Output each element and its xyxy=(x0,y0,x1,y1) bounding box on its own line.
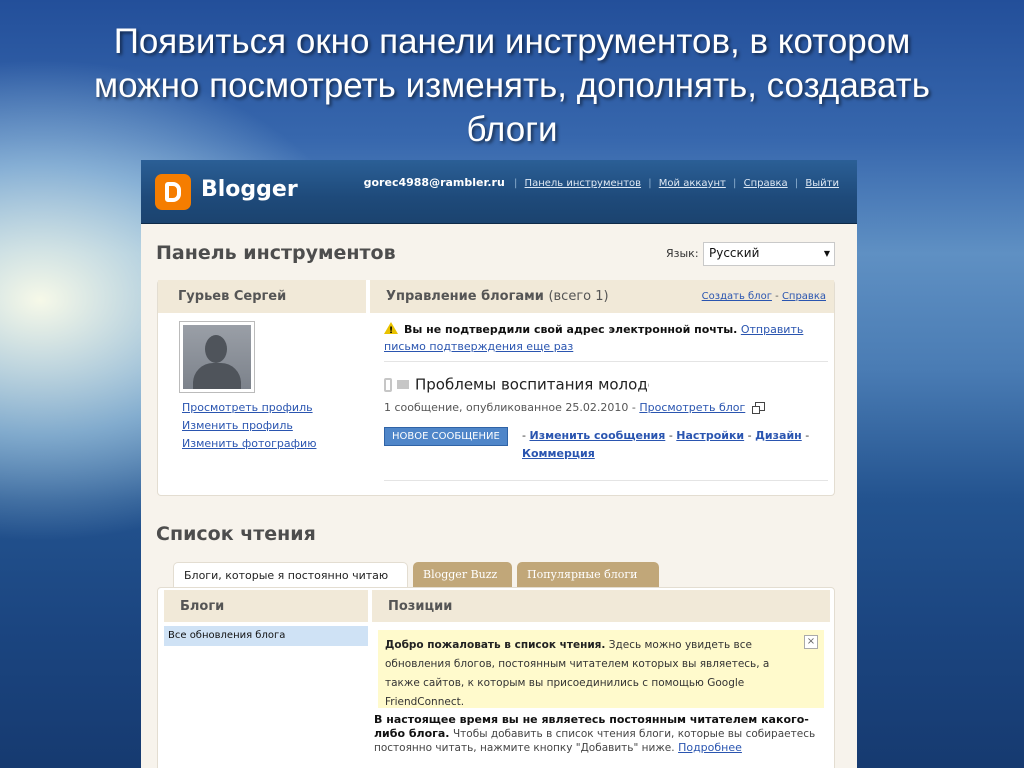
blog-meta-text: 1 сообщение, опубликованное 25.02.2010 - xyxy=(384,401,636,414)
blogger-header: Blogger gorec4988@rambler.ru | Панель ин… xyxy=(141,160,857,224)
tab-following[interactable]: Блоги, которые я постоянно читаю xyxy=(173,562,408,587)
language-select[interactable]: Русский ▼ xyxy=(703,242,835,266)
avatar-placeholder-icon xyxy=(183,325,251,389)
manage-blogs-header: Управление блогами (всего 1) Создать бло… xyxy=(370,280,834,313)
blogger-logo-icon[interactable] xyxy=(155,174,191,210)
view-profile-link[interactable]: Просмотреть профиль xyxy=(182,399,316,417)
reading-list-title: Список чтения xyxy=(156,523,316,545)
header-links: gorec4988@rambler.ru | Панель инструмент… xyxy=(364,176,839,189)
email-warning: Вы не подтвердили свой адрес электронной… xyxy=(384,321,814,355)
settings-link[interactable]: Настройки xyxy=(676,429,744,442)
mail-icon xyxy=(397,380,409,389)
blogger-logo-text[interactable]: Blogger xyxy=(201,177,298,202)
slide-title-line-3: блоги xyxy=(466,110,558,149)
avatar[interactable] xyxy=(179,321,255,393)
edit-posts-link[interactable]: Изменить сообщения xyxy=(529,429,665,442)
manage-blogs-title: Управление блогами xyxy=(386,289,544,304)
dashboard-panel: Гурьев Сергей Управление блогами (всего … xyxy=(157,280,835,496)
manage-links: Создать блог - Справка xyxy=(702,291,826,302)
slide-title-line-2: можно посмотреть изменять, дополнять, со… xyxy=(94,66,930,105)
link-dash: - xyxy=(668,429,673,442)
column-posts-header: Позиции xyxy=(372,590,830,622)
blog-count: (всего 1) xyxy=(548,289,609,304)
create-blog-link[interactable]: Создать блог xyxy=(702,291,772,302)
view-blog-link[interactable]: Просмотреть блог xyxy=(639,401,745,414)
learn-more-link[interactable]: Подробнее xyxy=(678,741,742,754)
tab-blogger-buzz[interactable]: Blogger Buzz xyxy=(413,562,512,587)
profile-name: Гурьев Сергей xyxy=(158,280,366,313)
close-icon[interactable]: × xyxy=(804,635,818,649)
mobile-icon xyxy=(384,377,392,392)
language-value: Русский xyxy=(709,246,760,260)
header-link-dashboard[interactable]: Панель инструментов xyxy=(525,178,642,189)
edit-profile-link[interactable]: Изменить профиль xyxy=(182,417,316,435)
link-dash: - xyxy=(522,429,526,442)
welcome-title: Добро пожаловать в список чтения. xyxy=(385,639,606,651)
new-post-button[interactable]: НОВОЕ СООБЩЕНИЕ xyxy=(384,427,508,446)
divider xyxy=(384,361,828,362)
blogger-screenshot: Blogger gorec4988@rambler.ru | Панель ин… xyxy=(141,160,857,768)
header-separator: | xyxy=(794,178,799,189)
warning-icon xyxy=(384,322,398,340)
header-link-logout[interactable]: Выйти xyxy=(805,178,839,189)
header-separator: | xyxy=(733,178,737,189)
reading-list-panel: Блоги Позиции Все обновления блога Добро… xyxy=(157,587,835,768)
header-link-help[interactable]: Справка xyxy=(744,178,788,189)
header-link-account[interactable]: Мой аккаунт xyxy=(659,178,726,189)
tab-popular-blogs[interactable]: Популярные блоги xyxy=(517,562,659,587)
divider xyxy=(384,480,828,481)
all-updates-item[interactable]: Все обновления блога xyxy=(164,626,368,646)
monetize-link[interactable]: Коммерция xyxy=(522,447,595,460)
header-separator: | xyxy=(513,178,518,189)
language-label: Язык: xyxy=(666,247,699,260)
dashboard-title: Панель инструментов xyxy=(156,242,396,264)
link-dash: - xyxy=(805,429,810,442)
welcome-notice: Добро пожаловать в список чтения. Здесь … xyxy=(378,630,824,708)
column-blogs-header: Блоги xyxy=(164,590,368,622)
not-following-notice: В настоящее время вы не являетесь постоя… xyxy=(374,713,830,755)
profile-links: Просмотреть профиль Изменить профиль Изм… xyxy=(182,399,316,453)
warning-text: Вы не подтвердили свой адрес электронной… xyxy=(404,323,738,336)
user-email: gorec4988@rambler.ru xyxy=(363,176,505,189)
slide-title-line-1: Появиться окно панели инструментов, в ко… xyxy=(113,22,911,61)
blog-meta: 1 сообщение, опубликованное 25.02.2010 -… xyxy=(384,401,765,414)
manage-help-link[interactable]: Справка xyxy=(782,291,826,302)
design-link[interactable]: Дизайн xyxy=(755,429,802,442)
header-separator: | xyxy=(648,178,652,189)
blog-title[interactable]: Проблемы воспитания молодежи xyxy=(415,376,649,394)
link-dash: - xyxy=(775,291,779,302)
link-dash: - xyxy=(747,429,752,442)
external-window-icon xyxy=(751,402,765,414)
chevron-down-icon: ▼ xyxy=(823,249,830,258)
blog-action-links: - Изменить сообщения - Настройки - Дизай… xyxy=(522,427,822,463)
blog-title-row: Проблемы воспитания молодежи xyxy=(384,374,649,396)
change-photo-link[interactable]: Изменить фотографию xyxy=(182,435,316,453)
slide-title: Появиться окно панели инструментов, в ко… xyxy=(0,20,1024,152)
